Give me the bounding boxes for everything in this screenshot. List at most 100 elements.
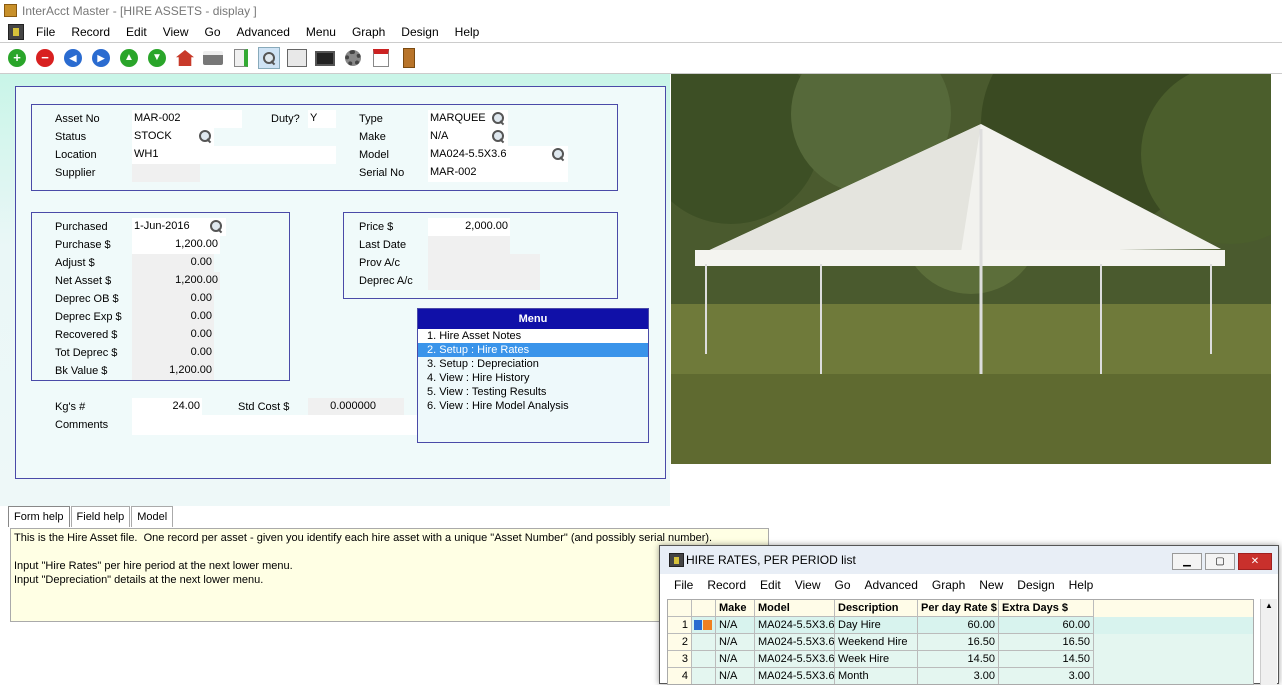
asset-no-label: Asset No: [55, 113, 100, 125]
calculator-icon: [287, 49, 307, 67]
table-row[interactable]: 3 N/A MA024-5.5X3.6 Week Hire 14.50 14.5…: [668, 651, 1253, 668]
menu-design[interactable]: Design: [393, 22, 446, 42]
deprec-ob-label: Deprec OB $: [55, 293, 119, 305]
exit-button[interactable]: [398, 47, 420, 69]
search-button[interactable]: [258, 47, 280, 69]
col-make[interactable]: Make: [716, 600, 755, 617]
rates-menu-view[interactable]: View: [788, 574, 828, 597]
model-field[interactable]: MA024-5.5X3.6: [428, 146, 568, 164]
export-button[interactable]: [230, 47, 252, 69]
window-app-icon: [669, 553, 684, 567]
col-extra-days[interactable]: Extra Days $: [999, 600, 1094, 617]
menu-graph[interactable]: Graph: [344, 22, 393, 42]
rates-menu-help[interactable]: Help: [1062, 574, 1101, 597]
menu-item-view-testing-results[interactable]: 5. View : Testing Results: [418, 385, 648, 399]
menu-go[interactable]: Go: [197, 22, 229, 42]
maximize-button[interactable]: ▢: [1205, 553, 1235, 570]
hire-rates-title-bar: HIRE RATES, PER PERIOD list ▁ ▢ ✕: [660, 546, 1278, 574]
deprec-exp-label: Deprec Exp $: [55, 311, 122, 323]
deprec-ac-label: Deprec A/c: [359, 275, 413, 287]
print-button[interactable]: [202, 47, 224, 69]
menu-view[interactable]: View: [155, 22, 197, 42]
supplier-field[interactable]: [132, 164, 200, 182]
asset-no-field[interactable]: MAR-002: [132, 110, 242, 128]
rates-menu-go[interactable]: Go: [828, 574, 858, 597]
deprec-ac-field: [428, 272, 540, 290]
rates-menu-graph[interactable]: Graph: [925, 574, 972, 597]
calendar-icon: [373, 49, 389, 67]
col-model[interactable]: Model: [755, 600, 835, 617]
minimize-button[interactable]: ▁: [1172, 553, 1202, 570]
monitor-button[interactable]: [314, 47, 336, 69]
add-button[interactable]: +: [6, 47, 28, 69]
serial-label: Serial No: [359, 167, 405, 179]
deprec-exp-field: 0.00: [132, 308, 214, 326]
menu-file[interactable]: File: [28, 22, 63, 42]
home-button[interactable]: [174, 47, 196, 69]
settings-button[interactable]: [342, 47, 364, 69]
status-lookup-icon[interactable]: [198, 129, 212, 143]
down-button[interactable]: ▼: [146, 47, 168, 69]
menu-edit[interactable]: Edit: [118, 22, 155, 42]
menu-item-setup-depreciation[interactable]: 3. Setup : Depreciation: [418, 357, 648, 371]
col-description[interactable]: Description: [835, 600, 918, 617]
purchase-label: Purchase $: [55, 239, 111, 251]
menu-item-view-hire-history[interactable]: 4. View : Hire History: [418, 371, 648, 385]
export-icon: [234, 49, 248, 67]
rates-menu-record[interactable]: Record: [700, 574, 753, 597]
type-lookup-icon[interactable]: [491, 111, 505, 125]
print-icon: [203, 51, 223, 65]
calculator-button[interactable]: [286, 47, 308, 69]
make-lookup-icon[interactable]: [491, 129, 505, 143]
table-row[interactable]: 2 N/A MA024-5.5X3.6 Weekend Hire 16.50 1…: [668, 634, 1253, 651]
help-text: This is the Hire Asset file. One record …: [10, 528, 769, 622]
rates-menu-new[interactable]: New: [972, 574, 1010, 597]
menu-help[interactable]: Help: [447, 22, 488, 42]
close-button[interactable]: ✕: [1238, 553, 1272, 570]
purchase-field[interactable]: 1,200.00: [132, 236, 220, 254]
table-row[interactable]: 1 N/A MA024-5.5X3.6 Day Hire 60.00 60.00: [668, 617, 1253, 634]
rates-menu-edit[interactable]: Edit: [753, 574, 788, 597]
tab-field-help[interactable]: Field help: [70, 506, 131, 527]
asset-photo: [671, 74, 1271, 464]
menu-item-view-hire-model-analysis[interactable]: 6. View : Hire Model Analysis: [418, 399, 648, 413]
menu-advanced[interactable]: Advanced: [229, 22, 298, 42]
calendar-button[interactable]: [370, 47, 392, 69]
menu-item-hire-asset-notes[interactable]: 1. Hire Asset Notes: [418, 329, 648, 343]
delete-icon: −: [36, 49, 54, 67]
tab-model[interactable]: Model: [131, 506, 174, 527]
serial-field[interactable]: MAR-002: [428, 164, 568, 182]
col-per-day-rate[interactable]: Per day Rate $: [918, 600, 999, 617]
location-field[interactable]: WH1: [132, 146, 336, 164]
model-lookup-icon[interactable]: [551, 147, 565, 161]
duty-field[interactable]: Y: [308, 110, 336, 128]
up-button[interactable]: ▲: [118, 47, 140, 69]
row-edit-icon[interactable]: [692, 617, 716, 634]
net-asset-label: Net Asset $: [55, 275, 112, 287]
duty-label: Duty?: [271, 113, 300, 125]
rates-menu-design[interactable]: Design: [1010, 574, 1061, 597]
rates-menu-advanced[interactable]: Advanced: [858, 574, 925, 597]
table-row[interactable]: 4 N/A MA024-5.5X3.6 Month 3.00 3.00: [668, 668, 1253, 684]
comments-label: Comments: [55, 419, 109, 431]
menu-record[interactable]: Record: [63, 22, 118, 42]
adjust-field: 0.00: [132, 254, 214, 272]
date-lookup-icon[interactable]: [209, 219, 223, 233]
scroll-up-icon[interactable]: ▲: [1261, 599, 1277, 613]
kgs-field[interactable]: 24.00: [132, 398, 202, 416]
menu-item-setup-hire-rates[interactable]: 2. Setup : Hire Rates: [418, 343, 648, 357]
app-menu-icon[interactable]: [8, 24, 24, 40]
first-record-button[interactable]: ◀: [62, 47, 84, 69]
rates-menu-file[interactable]: File: [667, 574, 700, 597]
menu-menu[interactable]: Menu: [298, 22, 344, 42]
delete-button[interactable]: −: [34, 47, 56, 69]
make-label: Make: [359, 131, 386, 143]
comments-field[interactable]: [132, 415, 418, 435]
vertical-scrollbar[interactable]: ▲: [1260, 599, 1277, 685]
price-field[interactable]: 2,000.00: [428, 218, 510, 236]
bk-value-label: Bk Value $: [55, 365, 108, 377]
hire-rates-grid: Make Model Description Per day Rate $ Ex…: [667, 599, 1254, 685]
last-record-button[interactable]: ▶: [90, 47, 112, 69]
window-title: InterAcct Master - [HIRE ASSETS - displa…: [22, 4, 257, 18]
tab-form-help[interactable]: Form help: [8, 506, 70, 527]
